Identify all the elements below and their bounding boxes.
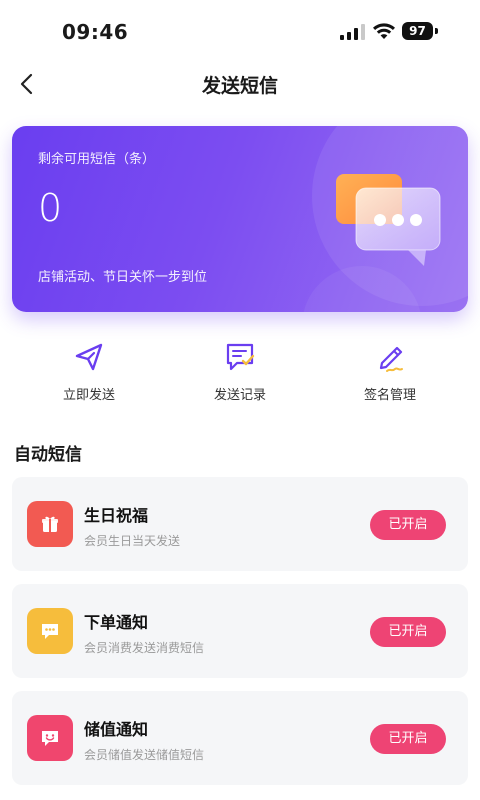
battery-icon: 97 bbox=[402, 22, 438, 40]
balance-value: 0 bbox=[38, 186, 63, 230]
balance-subtitle: 店铺活动、节日关怀一步到位 bbox=[38, 270, 208, 285]
page-title: 发送短信 bbox=[201, 75, 278, 97]
battery-level: 97 bbox=[402, 22, 433, 40]
wifi-icon bbox=[373, 23, 395, 39]
cellular-signal-icon bbox=[340, 24, 365, 40]
list-item-recharge[interactable]: 储值通知 会员储值发送储值短信 已开启 bbox=[12, 691, 468, 785]
section-title: 自动短信 bbox=[14, 445, 82, 465]
smile-message-icon bbox=[27, 715, 73, 761]
list-item-order[interactable]: 下单通知 会员消费发送消费短信 已开启 bbox=[12, 584, 468, 678]
balance-label: 剩余可用短信（条） bbox=[38, 152, 156, 167]
item-description: 会员消费发送消费短信 bbox=[84, 641, 205, 655]
action-label: 发送记录 bbox=[213, 388, 266, 403]
send-now-button[interactable]: 立即发送 bbox=[29, 340, 149, 410]
header: 发送短信 bbox=[0, 62, 480, 108]
sms-balance-card: 剩余可用短信（条） 0 店铺活动、节日关怀一步到位 bbox=[12, 126, 468, 312]
status-toggle-button[interactable]: 已开启 bbox=[370, 510, 446, 540]
status-time: 09:46 bbox=[62, 20, 129, 44]
status-toggle-button[interactable]: 已开启 bbox=[370, 724, 446, 754]
signature-manage-button[interactable]: 签名管理 bbox=[330, 340, 450, 410]
message-record-icon bbox=[226, 343, 255, 371]
item-title: 储值通知 bbox=[84, 720, 149, 739]
item-title: 下单通知 bbox=[84, 613, 149, 632]
gift-icon bbox=[27, 501, 73, 547]
signature-pen-icon bbox=[379, 346, 403, 372]
send-records-button[interactable]: 发送记录 bbox=[180, 340, 300, 410]
status-bar: 09:46 97 bbox=[0, 0, 480, 60]
status-toggle-button[interactable]: 已开启 bbox=[370, 617, 446, 647]
item-title: 生日祝福 bbox=[84, 506, 149, 525]
chat-bubbles-icon bbox=[336, 174, 441, 266]
item-description: 会员储值发送储值短信 bbox=[84, 748, 205, 762]
send-icon bbox=[75, 343, 103, 371]
list-item-birthday[interactable]: 生日祝福 会员生日当天发送 已开启 bbox=[12, 477, 468, 571]
quick-actions: 立即发送 发送记录 签名管理 bbox=[0, 340, 480, 412]
action-label: 立即发送 bbox=[62, 388, 115, 403]
action-label: 签名管理 bbox=[363, 388, 416, 403]
item-description: 会员生日当天发送 bbox=[84, 534, 181, 548]
chat-bubble-icon bbox=[27, 608, 73, 654]
